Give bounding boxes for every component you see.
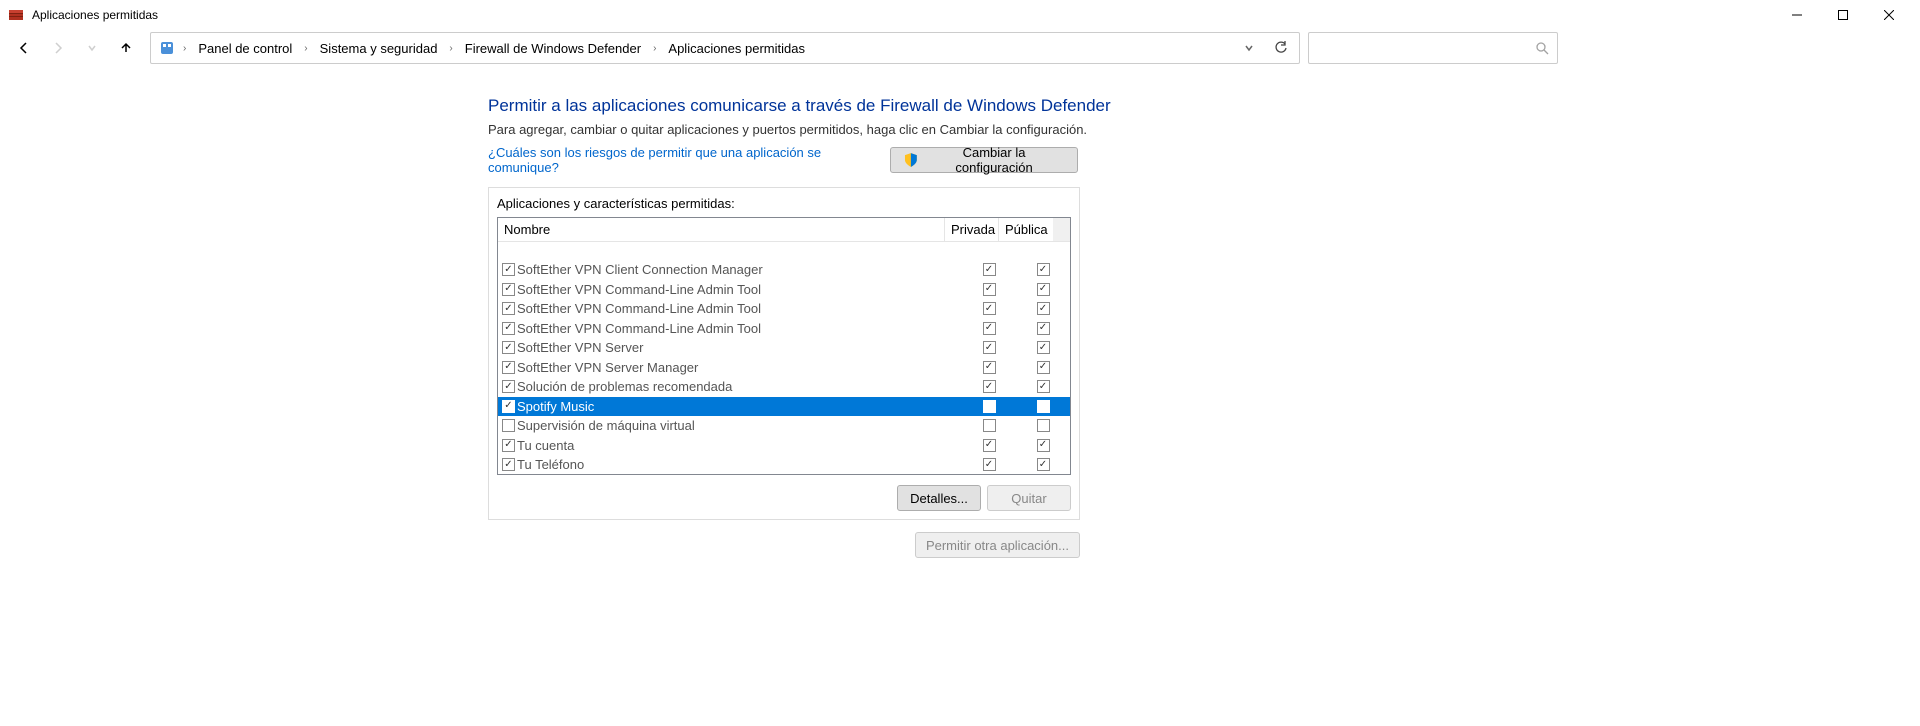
titlebar: Aplicaciones permitidas bbox=[0, 0, 1920, 30]
row-private-checkbox[interactable] bbox=[983, 380, 996, 393]
row-enable-checkbox[interactable] bbox=[502, 361, 515, 374]
breadcrumb-item[interactable]: Sistema y seguridad bbox=[316, 39, 442, 58]
history-dropdown-button[interactable] bbox=[1235, 34, 1263, 62]
apps-table: Nombre Privada Pública SoftEther VPN Cli… bbox=[497, 217, 1071, 475]
back-button[interactable] bbox=[8, 34, 40, 62]
table-row[interactable]: Spotify Music bbox=[498, 397, 1070, 417]
row-enable-checkbox[interactable] bbox=[502, 283, 515, 296]
table-row[interactable]: SoftEther VPN Server bbox=[498, 338, 1070, 358]
row-name-label: SoftEther VPN Server bbox=[517, 340, 643, 355]
main-content: Permitir a las aplicaciones comunicarse … bbox=[0, 66, 1920, 558]
control-panel-icon bbox=[159, 40, 175, 56]
allow-other-app-button[interactable]: Permitir otra aplicación... bbox=[915, 532, 1080, 558]
chevron-right-icon: › bbox=[183, 43, 186, 54]
row-name-label: SoftEther VPN Command-Line Admin Tool bbox=[517, 282, 761, 297]
row-private-checkbox[interactable] bbox=[983, 322, 996, 335]
row-name-label: Supervisión de máquina virtual bbox=[517, 418, 695, 433]
row-private-checkbox[interactable] bbox=[983, 263, 996, 276]
remove-button[interactable]: Quitar bbox=[987, 485, 1071, 511]
chevron-right-icon: › bbox=[653, 43, 656, 54]
table-row[interactable]: Supervisión de máquina virtual bbox=[498, 416, 1070, 436]
row-name-label: Spotify Music bbox=[517, 399, 594, 414]
table-row[interactable]: SoftEther VPN Command-Line Admin Tool bbox=[498, 280, 1070, 300]
row-public-checkbox[interactable] bbox=[1037, 283, 1050, 296]
row-name-label: Tu cuenta bbox=[517, 438, 574, 453]
group-label: Aplicaciones y características permitida… bbox=[497, 196, 1071, 211]
table-body[interactable]: SoftEther VPN Client Connection Manager S… bbox=[498, 242, 1070, 474]
page-subtext: Para agregar, cambiar o quitar aplicacio… bbox=[488, 122, 1920, 137]
row-name-label: Solución de problemas recomendada bbox=[517, 379, 732, 394]
row-enable-checkbox[interactable] bbox=[502, 419, 515, 432]
row-name-label: SoftEther VPN Server Manager bbox=[517, 360, 698, 375]
firewall-icon bbox=[8, 7, 24, 23]
address-bar[interactable]: › Panel de control › Sistema y seguridad… bbox=[150, 32, 1300, 64]
row-private-checkbox[interactable] bbox=[983, 400, 996, 413]
shield-icon bbox=[903, 152, 919, 168]
row-enable-checkbox[interactable] bbox=[502, 380, 515, 393]
row-public-checkbox[interactable] bbox=[1037, 439, 1050, 452]
row-public-checkbox[interactable] bbox=[1037, 322, 1050, 335]
row-name-label: Tu Teléfono bbox=[517, 457, 584, 472]
minimize-button[interactable] bbox=[1774, 0, 1820, 30]
row-private-checkbox[interactable] bbox=[983, 341, 996, 354]
chevron-right-icon: › bbox=[304, 43, 307, 54]
row-enable-checkbox[interactable] bbox=[502, 458, 515, 471]
column-public[interactable]: Pública bbox=[999, 218, 1053, 241]
row-private-checkbox[interactable] bbox=[983, 458, 996, 471]
table-row[interactable]: SoftEther VPN Server Manager bbox=[498, 358, 1070, 378]
row-enable-checkbox[interactable] bbox=[502, 439, 515, 452]
row-private-checkbox[interactable] bbox=[983, 419, 996, 432]
recent-button[interactable] bbox=[76, 34, 108, 62]
search-input[interactable] bbox=[1317, 41, 1535, 56]
row-public-checkbox[interactable] bbox=[1037, 458, 1050, 471]
table-row[interactable]: SoftEther VPN Command-Line Admin Tool bbox=[498, 299, 1070, 319]
chevron-right-icon: › bbox=[449, 43, 452, 54]
row-enable-checkbox[interactable] bbox=[502, 302, 515, 315]
row-public-checkbox[interactable] bbox=[1037, 341, 1050, 354]
column-private[interactable]: Privada bbox=[945, 218, 999, 241]
change-settings-label: Cambiar la configuración bbox=[923, 145, 1065, 175]
table-row[interactable]: SoftEther VPN Command-Line Admin Tool bbox=[498, 319, 1070, 339]
column-name[interactable]: Nombre bbox=[498, 218, 945, 241]
allowed-apps-group: Aplicaciones y características permitida… bbox=[488, 187, 1080, 520]
table-row[interactable]: Tu cuenta bbox=[498, 436, 1070, 456]
row-name-label: SoftEther VPN Command-Line Admin Tool bbox=[517, 321, 761, 336]
page-heading: Permitir a las aplicaciones comunicarse … bbox=[488, 96, 1920, 116]
risks-link[interactable]: ¿Cuáles son los riesgos de permitir que … bbox=[488, 145, 890, 175]
row-public-checkbox[interactable] bbox=[1037, 263, 1050, 276]
row-enable-checkbox[interactable] bbox=[502, 263, 515, 276]
maximize-button[interactable] bbox=[1820, 0, 1866, 30]
row-private-checkbox[interactable] bbox=[983, 302, 996, 315]
window-title: Aplicaciones permitidas bbox=[32, 8, 1774, 22]
row-name-label: SoftEther VPN Client Connection Manager bbox=[517, 262, 763, 277]
row-private-checkbox[interactable] bbox=[983, 439, 996, 452]
forward-button[interactable] bbox=[42, 34, 74, 62]
row-public-checkbox[interactable] bbox=[1037, 361, 1050, 374]
row-private-checkbox[interactable] bbox=[983, 361, 996, 374]
search-box[interactable] bbox=[1308, 32, 1558, 64]
row-enable-checkbox[interactable] bbox=[502, 341, 515, 354]
breadcrumb-item[interactable]: Aplicaciones permitidas bbox=[664, 39, 809, 58]
row-public-checkbox[interactable] bbox=[1037, 302, 1050, 315]
close-button[interactable] bbox=[1866, 0, 1912, 30]
table-header: Nombre Privada Pública bbox=[498, 218, 1070, 242]
navbar: › Panel de control › Sistema y seguridad… bbox=[0, 30, 1920, 66]
search-icon bbox=[1535, 41, 1549, 55]
table-row[interactable]: SoftEther VPN Client Connection Manager bbox=[498, 260, 1070, 280]
row-public-checkbox[interactable] bbox=[1037, 380, 1050, 393]
table-row[interactable]: Solución de problemas recomendada bbox=[498, 377, 1070, 397]
table-row[interactable]: Tu Teléfono bbox=[498, 455, 1070, 474]
details-button[interactable]: Detalles... bbox=[897, 485, 981, 511]
row-public-checkbox[interactable] bbox=[1037, 400, 1050, 413]
row-enable-checkbox[interactable] bbox=[502, 400, 515, 413]
refresh-button[interactable] bbox=[1267, 34, 1295, 62]
row-enable-checkbox[interactable] bbox=[502, 322, 515, 335]
change-settings-button[interactable]: Cambiar la configuración bbox=[890, 147, 1078, 173]
breadcrumb-item[interactable]: Firewall de Windows Defender bbox=[461, 39, 645, 58]
row-private-checkbox[interactable] bbox=[983, 283, 996, 296]
row-name-label: SoftEther VPN Command-Line Admin Tool bbox=[517, 301, 761, 316]
row-public-checkbox[interactable] bbox=[1037, 419, 1050, 432]
up-button[interactable] bbox=[110, 34, 142, 62]
breadcrumb-item[interactable]: Panel de control bbox=[194, 39, 296, 58]
